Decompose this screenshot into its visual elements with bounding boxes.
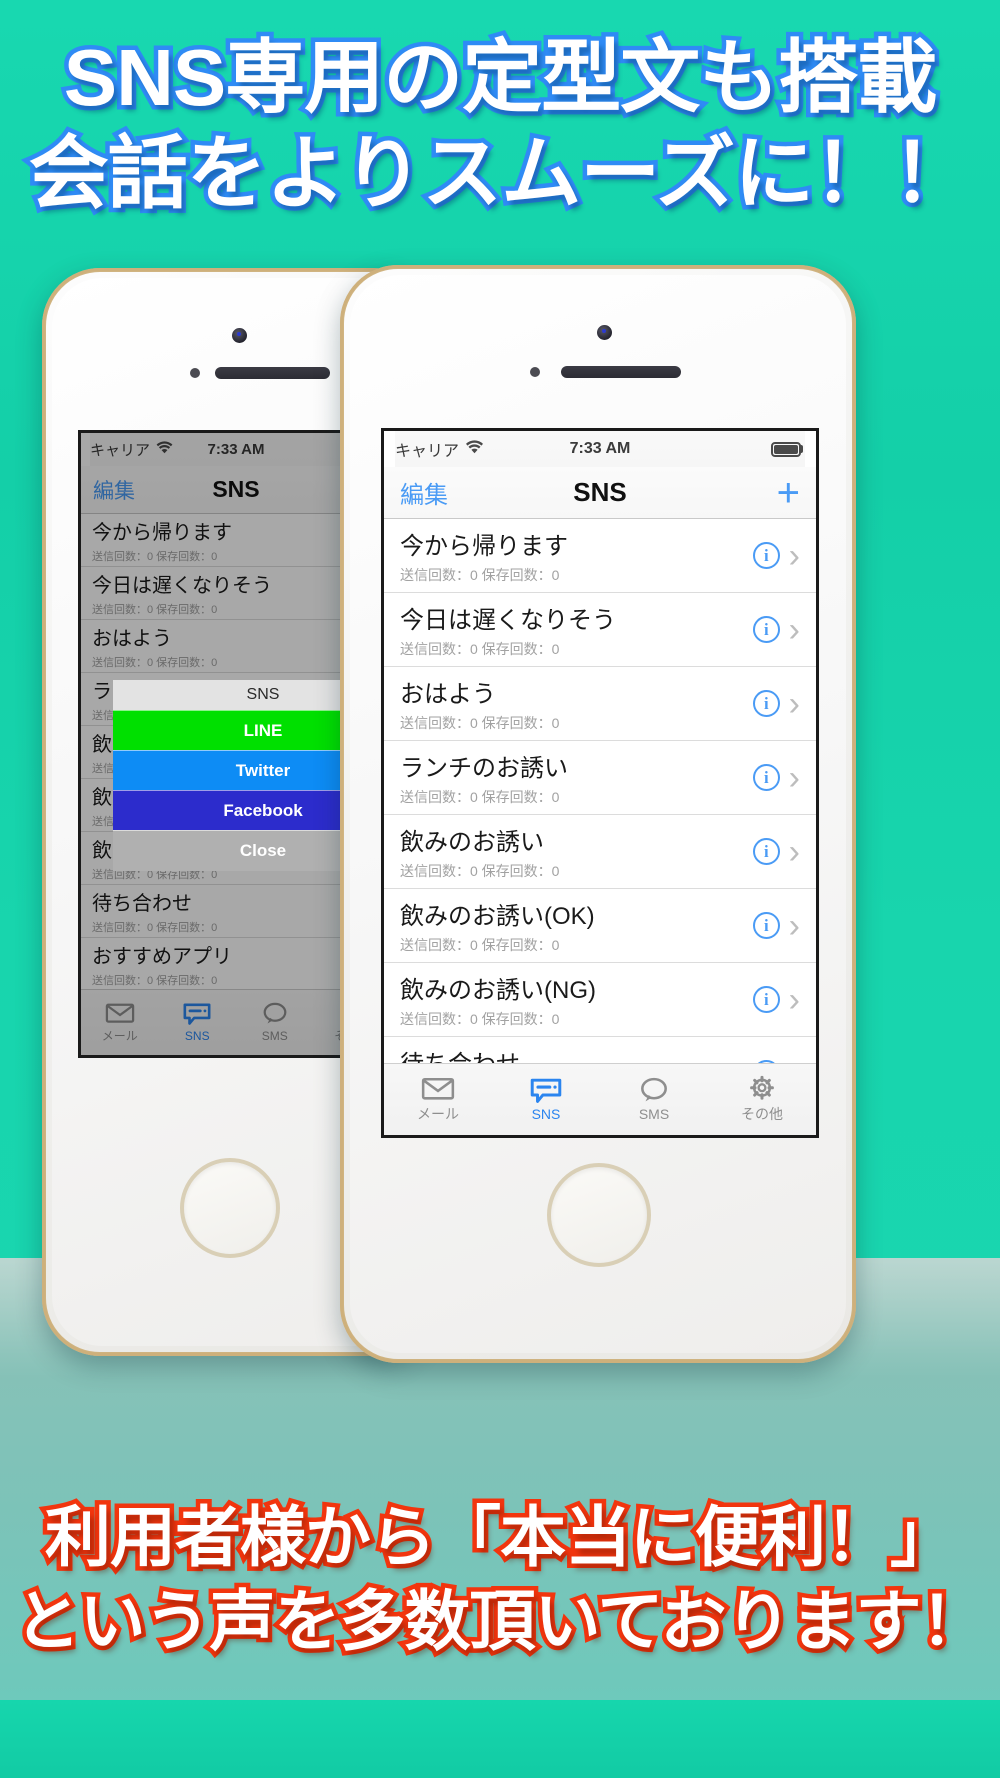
nav-title-right: SNS: [573, 477, 627, 507]
chevron-right-icon: ›: [788, 684, 800, 723]
home-button-left[interactable]: [180, 1158, 280, 1258]
tab-label: SMS: [638, 1106, 670, 1123]
caption-line-1: 利用者様から「本当に便利！」: [41, 1496, 961, 1579]
list-item[interactable]: おはよう送信回数：0 保存回数：0i›: [384, 667, 816, 741]
tab-bar-right: メール SNS SMS その他: [384, 1063, 816, 1135]
chevron-right-icon: ›: [788, 758, 800, 797]
list-item-title: ランチのお誘い: [400, 755, 568, 782]
list-item-texts: 飲みのお誘い(OK) 送信回数：0 保存回数：0: [400, 896, 753, 955]
info-circle-icon[interactable]: i: [752, 912, 780, 939]
chevron-right-icon: ›: [788, 536, 800, 575]
info-circle-icon[interactable]: i: [752, 838, 780, 865]
template-list-right: 今から帰ります 送信回数：0 保存回数：0 i › 今日は遅くなりそう 送信回数：0 保存…: [384, 519, 816, 1135]
list-item-title: おはよう: [400, 681, 496, 708]
info-circle-icon[interactable]: i: [752, 986, 780, 1013]
list-item-title: 飲みのお誘い: [400, 829, 544, 856]
background-bottom-band: [0, 1700, 1000, 1778]
tab-label: SNS: [531, 1106, 561, 1123]
home-button-right[interactable]: [547, 1163, 651, 1267]
list-item-texts: おはよう送信回数：0 保存回数：0: [400, 674, 753, 733]
list-item[interactable]: 今日は遅くなりそう送信回数：0 保存回数：0i›: [384, 593, 816, 667]
list-item-title: 今日は遅くなりそう: [400, 607, 616, 634]
oval-bubble-icon: [600, 1077, 708, 1104]
front-camera-icon: [232, 328, 247, 343]
phone-device-right: キャリア 7:33 AM 編集 SNS + 今から帰ります 送信回数：0 保存回…: [340, 265, 856, 1363]
gear-icon: [708, 1075, 816, 1102]
tab-メール[interactable]: メール: [384, 1075, 492, 1125]
envelope-icon: [384, 1075, 492, 1102]
earpiece-speaker: [215, 367, 330, 379]
tab-SMS[interactable]: SMS: [600, 1077, 708, 1123]
status-time: 7:33 AM: [569, 440, 631, 457]
battery-icon: [771, 441, 803, 457]
proximity-sensor-icon: [190, 368, 200, 378]
tab-label: メール: [417, 1106, 459, 1123]
tab-SNS[interactable]: SNS: [492, 1077, 600, 1123]
list-item[interactable]: 今から帰ります送信回数：0 保存回数：0i›: [384, 519, 816, 593]
list-item-texts: 今から帰ります送信回数：0 保存回数：0: [400, 526, 753, 585]
list-item-texts: ランチのお誘い送信回数：0 保存回数：0: [400, 748, 753, 807]
tab-その他[interactable]: その他: [708, 1075, 816, 1125]
front-camera-icon: [597, 325, 612, 340]
earpiece-speaker: [561, 366, 681, 378]
info-circle-icon[interactable]: i: [752, 764, 780, 791]
info-circle-icon[interactable]: i: [752, 542, 780, 569]
status-bar-right: キャリア 7:33 AM: [384, 431, 816, 467]
list-item-subtitle: 送信回数：0 保存回数：0: [400, 789, 560, 805]
list-item-texts: 今日は遅くなりそう送信回数：0 保存回数：0: [400, 600, 753, 659]
chevron-right-icon: ›: [788, 832, 800, 871]
list-item[interactable]: 飲みのお誘い送信回数：0 保存回数：0i›: [384, 815, 816, 889]
caption-line-2: という声を多数頂いております！: [10, 1580, 991, 1663]
list-item-texts: 飲みのお誘い送信回数：0 保存回数：0: [400, 822, 753, 881]
caption-block: 利用者様から「本当に便利！」 という声を多数頂いております！: [0, 1495, 1000, 1663]
list-item-subtitle: 送信回数：0 保存回数：0: [400, 863, 560, 879]
speech-bubble-icon: [492, 1077, 600, 1104]
headline-line-2: 会話をよりスムーズに！！: [24, 125, 976, 223]
list-item-title: 飲みのお誘い(OK): [400, 903, 595, 930]
chevron-right-icon: ›: [788, 906, 800, 945]
list-item-texts: 飲みのお誘い(NG) 送信回数：0 保存回数：0: [400, 970, 753, 1029]
proximity-sensor-icon: [530, 367, 540, 377]
chevron-right-icon: ›: [788, 610, 800, 649]
info-circle-icon[interactable]: i: [752, 616, 780, 643]
tab-label: その他: [741, 1106, 783, 1123]
list-item[interactable]: 飲みのお誘い(NG) 送信回数：0 保存回数：0 i ›: [384, 963, 816, 1037]
headline-block: SNS専用の定型文も搭載 会話をよりスムーズに！！: [0, 29, 1000, 223]
nav-bar-right: 編集 SNS +: [384, 467, 816, 519]
phone-screen-right: キャリア 7:33 AM 編集 SNS + 今から帰ります 送信回数：0 保存回…: [381, 428, 819, 1138]
list-item-subtitle: 送信回数：0 保存回数：0: [400, 715, 560, 731]
list-item-subtitle: 送信回数：0 保存回数：0: [400, 1011, 560, 1027]
list-item-title: 今から帰ります: [400, 533, 568, 560]
list-item-subtitle: 送信回数：0 保存回数：0: [400, 937, 560, 953]
info-circle-icon[interactable]: i: [752, 690, 780, 717]
list-item[interactable]: ランチのお誘い送信回数：0 保存回数：0i›: [384, 741, 816, 815]
phone-front-panel-right: キャリア 7:33 AM 編集 SNS + 今から帰ります 送信回数：0 保存回…: [350, 275, 846, 1353]
list-item-title: 飲みのお誘い(NG): [400, 977, 596, 1004]
chevron-right-icon: ›: [788, 980, 800, 1019]
list-item-subtitle: 送信回数：0 保存回数：0: [400, 567, 560, 583]
headline-line-1: SNS専用の定型文も搭載: [59, 29, 942, 127]
list-item[interactable]: 飲みのお誘い(OK) 送信回数：0 保存回数：0 i ›: [384, 889, 816, 963]
list-item-subtitle: 送信回数：0 保存回数：0: [400, 641, 560, 657]
